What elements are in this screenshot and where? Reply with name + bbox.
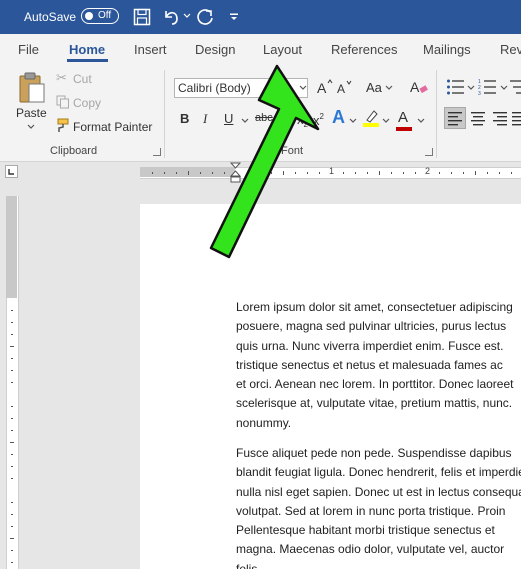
text-line: scelerisque at, vulputate vitae, pretium… — [236, 396, 513, 411]
tab-review[interactable]: Rev — [500, 42, 521, 57]
clipboard-launcher-icon[interactable] — [153, 148, 161, 156]
text-effects-button[interactable]: A — [332, 107, 345, 128]
active-tab-indicator — [67, 59, 108, 62]
clipboard-group-label: Clipboard — [50, 145, 98, 157]
text-line: Fusce aliquet pede non pede. Suspendisse… — [236, 446, 512, 460]
font-color-button[interactable]: A — [398, 109, 408, 126]
align-left-icon — [448, 112, 462, 126]
indent-marker-icon[interactable] — [230, 162, 241, 184]
change-case-dropdown-icon[interactable] — [385, 85, 393, 91]
tab-layout[interactable]: Layout — [263, 42, 302, 57]
paste-dropdown-icon[interactable] — [27, 124, 35, 130]
text-line: posuere, magna sed pulvinar ultricies, p… — [236, 319, 507, 334]
save-icon[interactable] — [133, 8, 151, 26]
tab-file[interactable]: File — [18, 42, 39, 57]
paragraph-1[interactable]: Lorem ipsum dolor sit amet, consectetuer… — [236, 298, 521, 433]
subscript-button[interactable]: x2 — [297, 112, 308, 129]
text-line: Pellentesque habitant morbi tristique se… — [236, 523, 495, 538]
font-group-label: Font — [281, 145, 304, 157]
font-color-dropdown-icon[interactable] — [417, 118, 425, 124]
font-color-swatch — [396, 127, 412, 131]
font-launcher-icon[interactable] — [425, 148, 433, 156]
underline-button[interactable]: U — [224, 111, 233, 126]
paste-icon[interactable] — [17, 72, 47, 104]
align-left-button[interactable] — [444, 107, 466, 129]
svg-text:A: A — [337, 82, 345, 96]
highlight-icon[interactable] — [362, 108, 380, 128]
svg-text:3: 3 — [478, 91, 481, 96]
highlight-dropdown-icon[interactable] — [382, 118, 390, 124]
text-line: magna. Maecenas odio dolor, vulputate ve… — [236, 542, 505, 557]
title-bar: AutoSave Off — [0, 0, 521, 34]
undo-icon[interactable] — [161, 7, 183, 27]
numbering-dropdown-icon[interactable] — [500, 85, 508, 91]
paste-button[interactable]: Paste — [16, 106, 47, 120]
clear-formatting-icon[interactable]: A — [409, 78, 429, 96]
font-name-dropdown-icon[interactable] — [299, 85, 307, 91]
format-painter-button[interactable]: Format Painter — [73, 120, 152, 134]
format-painter-icon — [57, 118, 69, 132]
tab-insert[interactable]: Insert — [134, 42, 167, 57]
text-line: nulla nisl eget sapien. Donec ut est in … — [236, 484, 521, 499]
multilevel-list-icon[interactable] — [510, 78, 521, 96]
vertical-ruler-ticks — [10, 310, 14, 563]
text-line: tristique senectus et netus et malesuada… — [236, 357, 503, 372]
tab-references[interactable]: References — [331, 42, 397, 57]
ruler-mark-2: 2 — [425, 166, 431, 176]
cut-button[interactable]: Cut — [73, 72, 92, 86]
autosave-state: Off — [98, 10, 112, 21]
change-case-button[interactable]: Aa — [366, 80, 382, 95]
bullets-dropdown-icon[interactable] — [467, 85, 475, 91]
undo-dropdown-icon[interactable] — [183, 13, 191, 19]
customize-qat-icon[interactable] — [229, 12, 239, 22]
cut-icon: ✂ — [56, 70, 67, 85]
grow-font-icon[interactable]: A — [316, 78, 334, 96]
group-divider — [436, 70, 437, 158]
svg-text:A: A — [410, 79, 420, 95]
font-name-box[interactable]: Calibri (Body) — [174, 78, 308, 98]
text-line: Lorem ipsum dolor sit amet, consectetuer… — [236, 300, 513, 314]
underline-dropdown-icon[interactable] — [241, 118, 249, 124]
text-line: quis urna. Nunc viverra imperdiet enim. … — [236, 338, 504, 353]
copy-button[interactable]: Copy — [73, 96, 101, 110]
redo-icon[interactable] — [196, 7, 216, 27]
copy-icon — [56, 95, 69, 109]
text-line: blandit feugiat ligula. Donec hendrerit,… — [236, 465, 521, 480]
align-right-icon[interactable] — [490, 108, 510, 128]
ruler-top-margin — [6, 196, 17, 298]
tab-mailings[interactable]: Mailings — [423, 42, 471, 57]
ruler-mark-1: 1 — [329, 166, 335, 176]
numbering-icon[interactable]: 1 2 3 — [478, 78, 498, 96]
tab-selector[interactable] — [5, 165, 18, 178]
superscript-button[interactable]: x2 — [313, 112, 324, 128]
tab-design[interactable]: Design — [195, 42, 235, 57]
toggle-knob — [85, 12, 93, 20]
italic-button[interactable]: I — [203, 111, 207, 127]
text-line: et orci. Aenean nec lorem. In porttitor.… — [236, 377, 514, 392]
bullets-icon[interactable] — [446, 78, 466, 96]
bold-button[interactable]: B — [180, 111, 189, 126]
tab-home[interactable]: Home — [69, 42, 105, 57]
left-tab-icon — [8, 169, 14, 175]
shrink-font-icon[interactable]: A — [336, 79, 354, 97]
autosave-label: AutoSave — [24, 10, 77, 24]
text-line: nonummy. — [236, 415, 292, 430]
autosave-toggle[interactable]: Off — [81, 8, 119, 24]
strikethrough-button[interactable]: abc — [255, 112, 273, 124]
svg-text:A: A — [317, 80, 327, 96]
justify-icon[interactable] — [511, 108, 521, 128]
text-effects-dropdown-icon[interactable] — [349, 118, 357, 124]
font-name-value: Calibri (Body) — [178, 81, 251, 95]
align-center-icon[interactable] — [468, 108, 488, 128]
text-line: felis. — [236, 561, 261, 569]
paragraph-2[interactable]: Fusce aliquet pede non pede. Suspendisse… — [236, 444, 521, 569]
group-divider — [164, 70, 165, 158]
text-line: volutpat. Sed at lorem in nunc porta tri… — [236, 503, 506, 518]
